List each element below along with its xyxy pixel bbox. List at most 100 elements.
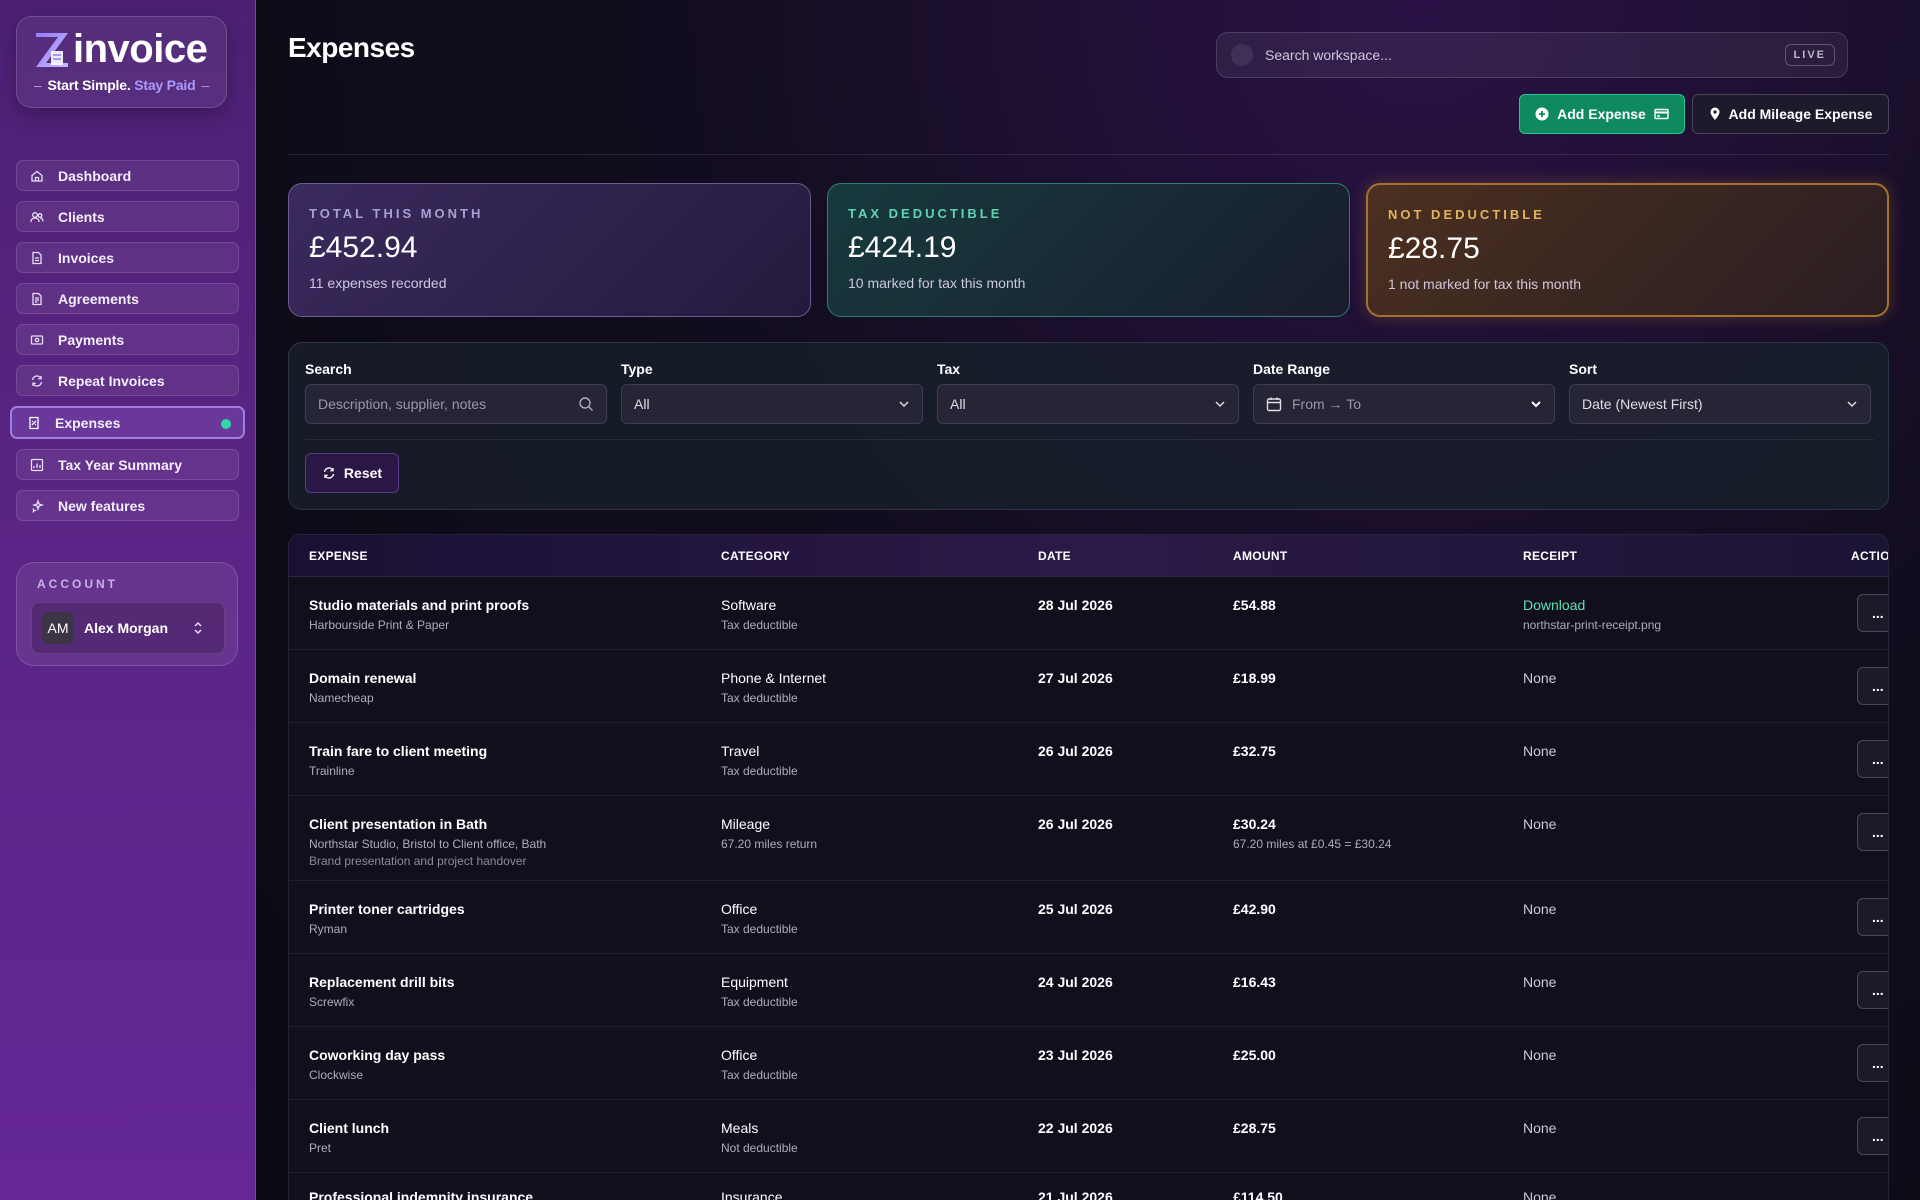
sidebar-item-label: Expenses (55, 414, 121, 431)
sidebar-item-label: New features (58, 497, 146, 514)
expense-cell: Printer toner cartridges Ryman (309, 901, 465, 936)
row-actions-button[interactable]: ... (1857, 740, 1888, 778)
logo-card[interactable]: invoice – Start Simple. Stay Paid – (16, 16, 227, 108)
sidebar: invoice – Start Simple. Stay Paid – Dashbo… (0, 0, 256, 1200)
refresh-icon (323, 467, 335, 479)
sidebar-item-clients[interactable]: Clients (16, 201, 239, 232)
logo: invoice (33, 27, 208, 71)
receipt-cell: None (1523, 901, 1557, 917)
filter-type-group: Type All (621, 361, 923, 424)
expense-cell: Client presentation in Bath Northstar St… (309, 816, 547, 868)
tagline-part2: Stay Paid (134, 77, 196, 93)
category-cell: Mileage 67.20 miles return (721, 816, 818, 851)
amount-cell: £114.50 (1233, 1189, 1283, 1200)
table-header: EXPENSE CATEGORY DATE AMOUNT RECEIPT ACT… (289, 535, 1888, 577)
search-placeholder: Search workspace... (1265, 47, 1392, 63)
date-cell: 28 Jul 2026 (1038, 597, 1113, 613)
calendar-icon (1266, 397, 1282, 412)
sidebar-item-label: Tax Year Summary (58, 456, 183, 473)
search-icon (579, 397, 593, 411)
table-row[interactable]: Client presentation in Bath Northstar St… (289, 796, 1888, 881)
sidebar-item-new-features[interactable]: New features (16, 490, 239, 521)
sidebar-item-invoices[interactable]: Invoices (16, 242, 239, 273)
workspace-search[interactable]: Search workspace... LIVE (1216, 32, 1848, 78)
column-header-category[interactable]: CATEGORY (721, 549, 790, 563)
amount-cell: £25.00 (1233, 1047, 1276, 1063)
filter-search-input[interactable]: Description, supplier, notes (305, 384, 607, 424)
account-switcher[interactable]: AM Alex Morgan (31, 602, 225, 654)
row-actions-button[interactable]: ... (1857, 667, 1888, 705)
receipt-icon (27, 416, 41, 430)
filter-tax-select[interactable]: All (937, 384, 1239, 424)
payment-icon (30, 333, 44, 347)
column-header-expense[interactable]: EXPENSE (309, 549, 368, 563)
row-actions-button[interactable]: ... (1857, 813, 1888, 851)
sidebar-item-agreements[interactable]: Agreements (16, 283, 239, 314)
document-icon (30, 292, 44, 306)
tagline: – Start Simple. Stay Paid – (33, 77, 210, 93)
logo-text: invoice (73, 27, 208, 71)
add-mileage-expense-button[interactable]: Add Mileage Expense (1692, 94, 1889, 134)
summary-value: £28.75 (1388, 232, 1480, 265)
table-row[interactable]: Client lunch Pret Meals Not deductible 2… (289, 1100, 1888, 1173)
expense-cell: Train fare to client meeting Trainline (309, 743, 488, 778)
header-divider (288, 154, 1889, 155)
category-cell: Office Tax deductible (721, 901, 798, 936)
chevron-down-icon (1531, 401, 1541, 408)
card-icon (1654, 108, 1669, 120)
sidebar-item-repeat-invoices[interactable]: Repeat Invoices (16, 365, 239, 396)
table-row[interactable]: Train fare to client meeting Trainline T… (289, 723, 1888, 796)
receipt-cell: None (1523, 743, 1557, 759)
home-icon (30, 169, 44, 183)
amount-cell: £54.88 (1233, 597, 1276, 613)
reset-button[interactable]: Reset (305, 453, 399, 493)
amount-cell: £18.99 (1233, 670, 1276, 686)
summary-card-not-deductible: NOT DEDUCTIBLE £28.75 1 not marked for t… (1366, 183, 1889, 317)
table-row[interactable]: Domain renewal Namecheap Phone & Interne… (289, 650, 1888, 723)
table-row[interactable]: Printer toner cartridges Ryman Office Ta… (289, 881, 1888, 954)
sidebar-item-label: Repeat Invoices (58, 372, 165, 389)
column-header-receipt[interactable]: RECEIPT (1523, 549, 1577, 563)
sidebar-item-label: Agreements (58, 290, 139, 307)
expense-cell: Replacement drill bits Screwfix (309, 974, 455, 1009)
filter-sort-select[interactable]: Date (Newest First) (1569, 384, 1871, 424)
column-header-amount[interactable]: AMOUNT (1233, 549, 1287, 563)
table-row[interactable]: Professional indemnity insurance Insuran… (289, 1173, 1888, 1200)
chevron-down-icon (1215, 401, 1225, 408)
table-row[interactable]: Coworking day pass Clockwise Office Tax … (289, 1027, 1888, 1100)
table-row[interactable]: Replacement drill bits Screwfix Equipmen… (289, 954, 1888, 1027)
filters-panel: Search Description, supplier, notes Type… (288, 342, 1889, 510)
row-actions-button[interactable]: ... (1857, 971, 1888, 1009)
summary-value: £424.19 (848, 231, 957, 264)
row-actions-button[interactable]: ... (1857, 594, 1888, 632)
category-cell: Travel Tax deductible (721, 743, 798, 778)
column-header-actions[interactable]: ACTIO (1851, 549, 1888, 563)
category-cell: Phone & Internet Tax deductible (721, 670, 827, 705)
filter-search-group: Search Description, supplier, notes (305, 361, 607, 424)
table-row[interactable]: Studio materials and print proofs Harbou… (289, 577, 1888, 650)
plus-circle-icon (1535, 107, 1549, 121)
row-actions-button[interactable]: ... (1857, 898, 1888, 936)
repeat-icon (30, 374, 44, 388)
date-cell: 25 Jul 2026 (1038, 901, 1113, 917)
filter-date-range-input[interactable]: From → To (1253, 384, 1555, 424)
add-expense-button[interactable]: Add Expense (1519, 94, 1685, 134)
account-panel: ACCOUNT AM Alex Morgan (16, 562, 238, 666)
amount-cell: £42.90 (1233, 901, 1276, 917)
row-actions-button[interactable]: ... (1857, 1117, 1888, 1155)
sidebar-item-dashboard[interactable]: Dashboard (16, 160, 239, 191)
chevron-up-down-icon (194, 621, 202, 635)
receipt-cell: None (1523, 816, 1557, 832)
sidebar-item-label: Payments (58, 331, 125, 348)
filter-type-select[interactable]: All (621, 384, 923, 424)
amount-cell: £16.43 (1233, 974, 1276, 990)
summary-card-total: TOTAL THIS MONTH £452.94 11 expenses rec… (288, 183, 811, 317)
column-header-date[interactable]: DATE (1038, 549, 1071, 563)
row-actions-button[interactable]: ... (1857, 1044, 1888, 1082)
avatar: AM (42, 612, 74, 644)
sidebar-item-payments[interactable]: Payments (16, 324, 239, 355)
sidebar-item-tax-year-summary[interactable]: Tax Year Summary (16, 449, 239, 480)
receipt-download-link[interactable]: Download (1523, 597, 1661, 613)
sidebar-item-expenses[interactable]: Expenses (10, 406, 245, 439)
expenses-table: EXPENSE CATEGORY DATE AMOUNT RECEIPT ACT… (288, 534, 1889, 1200)
